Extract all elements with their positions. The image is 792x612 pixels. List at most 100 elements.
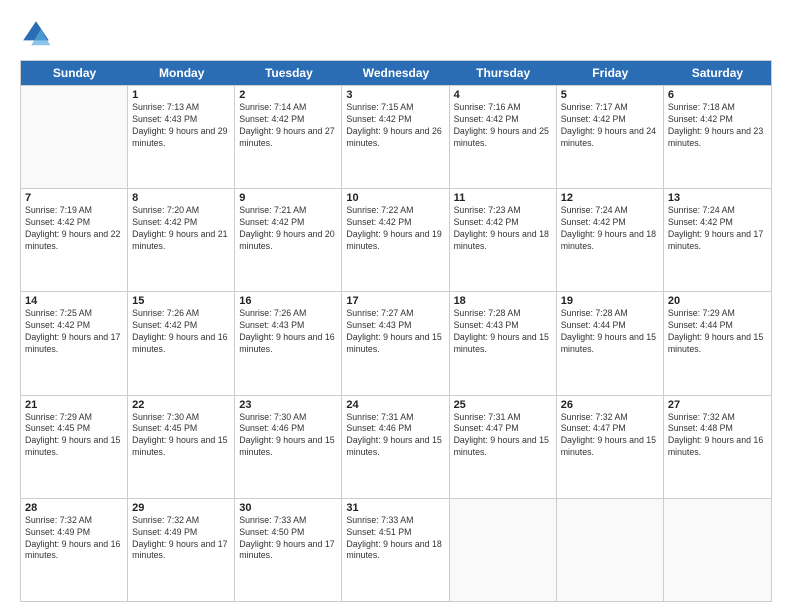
day-info: Sunrise: 7:28 AMSunset: 4:44 PMDaylight:… bbox=[561, 308, 659, 356]
day-number: 2 bbox=[239, 89, 337, 101]
day-number: 25 bbox=[454, 399, 552, 411]
day-number: 12 bbox=[561, 192, 659, 204]
day-info: Sunrise: 7:30 AMSunset: 4:46 PMDaylight:… bbox=[239, 412, 337, 460]
day-info: Sunrise: 7:28 AMSunset: 4:43 PMDaylight:… bbox=[454, 308, 552, 356]
calendar-cell: 30Sunrise: 7:33 AMSunset: 4:50 PMDayligh… bbox=[235, 499, 342, 601]
day-number: 22 bbox=[132, 399, 230, 411]
day-info: Sunrise: 7:15 AMSunset: 4:42 PMDaylight:… bbox=[346, 102, 444, 150]
day-number: 4 bbox=[454, 89, 552, 101]
calendar-cell: 3Sunrise: 7:15 AMSunset: 4:42 PMDaylight… bbox=[342, 86, 449, 188]
day-info: Sunrise: 7:24 AMSunset: 4:42 PMDaylight:… bbox=[561, 205, 659, 253]
calendar-cell: 17Sunrise: 7:27 AMSunset: 4:43 PMDayligh… bbox=[342, 292, 449, 394]
calendar-cell: 7Sunrise: 7:19 AMSunset: 4:42 PMDaylight… bbox=[21, 189, 128, 291]
day-info: Sunrise: 7:21 AMSunset: 4:42 PMDaylight:… bbox=[239, 205, 337, 253]
weekday-header: Friday bbox=[557, 61, 664, 85]
day-info: Sunrise: 7:29 AMSunset: 4:44 PMDaylight:… bbox=[668, 308, 767, 356]
calendar-cell: 6Sunrise: 7:18 AMSunset: 4:42 PMDaylight… bbox=[664, 86, 771, 188]
calendar-cell: 12Sunrise: 7:24 AMSunset: 4:42 PMDayligh… bbox=[557, 189, 664, 291]
day-number: 8 bbox=[132, 192, 230, 204]
calendar-row: 28Sunrise: 7:32 AMSunset: 4:49 PMDayligh… bbox=[21, 498, 771, 601]
calendar-cell: 5Sunrise: 7:17 AMSunset: 4:42 PMDaylight… bbox=[557, 86, 664, 188]
day-number: 27 bbox=[668, 399, 767, 411]
day-info: Sunrise: 7:20 AMSunset: 4:42 PMDaylight:… bbox=[132, 205, 230, 253]
day-info: Sunrise: 7:27 AMSunset: 4:43 PMDaylight:… bbox=[346, 308, 444, 356]
day-info: Sunrise: 7:33 AMSunset: 4:50 PMDaylight:… bbox=[239, 515, 337, 563]
day-number: 21 bbox=[25, 399, 123, 411]
weekday-header: Monday bbox=[128, 61, 235, 85]
day-number: 15 bbox=[132, 295, 230, 307]
day-info: Sunrise: 7:32 AMSunset: 4:47 PMDaylight:… bbox=[561, 412, 659, 460]
day-number: 17 bbox=[346, 295, 444, 307]
calendar-cell: 15Sunrise: 7:26 AMSunset: 4:42 PMDayligh… bbox=[128, 292, 235, 394]
logo bbox=[20, 18, 56, 50]
calendar-cell: 1Sunrise: 7:13 AMSunset: 4:43 PMDaylight… bbox=[128, 86, 235, 188]
day-number: 19 bbox=[561, 295, 659, 307]
day-number: 14 bbox=[25, 295, 123, 307]
weekday-header: Thursday bbox=[450, 61, 557, 85]
day-info: Sunrise: 7:19 AMSunset: 4:42 PMDaylight:… bbox=[25, 205, 123, 253]
day-info: Sunrise: 7:25 AMSunset: 4:42 PMDaylight:… bbox=[25, 308, 123, 356]
calendar-cell: 28Sunrise: 7:32 AMSunset: 4:49 PMDayligh… bbox=[21, 499, 128, 601]
day-info: Sunrise: 7:16 AMSunset: 4:42 PMDaylight:… bbox=[454, 102, 552, 150]
day-info: Sunrise: 7:33 AMSunset: 4:51 PMDaylight:… bbox=[346, 515, 444, 563]
weekday-header: Saturday bbox=[664, 61, 771, 85]
day-number: 31 bbox=[346, 502, 444, 514]
calendar-cell: 14Sunrise: 7:25 AMSunset: 4:42 PMDayligh… bbox=[21, 292, 128, 394]
calendar-cell bbox=[557, 499, 664, 601]
day-info: Sunrise: 7:32 AMSunset: 4:49 PMDaylight:… bbox=[25, 515, 123, 563]
day-info: Sunrise: 7:13 AMSunset: 4:43 PMDaylight:… bbox=[132, 102, 230, 150]
day-info: Sunrise: 7:31 AMSunset: 4:46 PMDaylight:… bbox=[346, 412, 444, 460]
calendar-cell: 21Sunrise: 7:29 AMSunset: 4:45 PMDayligh… bbox=[21, 396, 128, 498]
calendar-cell: 9Sunrise: 7:21 AMSunset: 4:42 PMDaylight… bbox=[235, 189, 342, 291]
day-number: 7 bbox=[25, 192, 123, 204]
day-number: 5 bbox=[561, 89, 659, 101]
day-info: Sunrise: 7:26 AMSunset: 4:42 PMDaylight:… bbox=[132, 308, 230, 356]
day-number: 18 bbox=[454, 295, 552, 307]
calendar-cell: 22Sunrise: 7:30 AMSunset: 4:45 PMDayligh… bbox=[128, 396, 235, 498]
calendar-cell: 8Sunrise: 7:20 AMSunset: 4:42 PMDaylight… bbox=[128, 189, 235, 291]
calendar-cell: 24Sunrise: 7:31 AMSunset: 4:46 PMDayligh… bbox=[342, 396, 449, 498]
calendar-cell: 16Sunrise: 7:26 AMSunset: 4:43 PMDayligh… bbox=[235, 292, 342, 394]
day-info: Sunrise: 7:24 AMSunset: 4:42 PMDaylight:… bbox=[668, 205, 767, 253]
calendar-row: 1Sunrise: 7:13 AMSunset: 4:43 PMDaylight… bbox=[21, 85, 771, 188]
calendar-row: 14Sunrise: 7:25 AMSunset: 4:42 PMDayligh… bbox=[21, 291, 771, 394]
calendar-cell: 25Sunrise: 7:31 AMSunset: 4:47 PMDayligh… bbox=[450, 396, 557, 498]
day-info: Sunrise: 7:30 AMSunset: 4:45 PMDaylight:… bbox=[132, 412, 230, 460]
day-number: 28 bbox=[25, 502, 123, 514]
calendar-cell: 18Sunrise: 7:28 AMSunset: 4:43 PMDayligh… bbox=[450, 292, 557, 394]
calendar-cell: 20Sunrise: 7:29 AMSunset: 4:44 PMDayligh… bbox=[664, 292, 771, 394]
calendar-cell: 4Sunrise: 7:16 AMSunset: 4:42 PMDaylight… bbox=[450, 86, 557, 188]
calendar-cell bbox=[664, 499, 771, 601]
day-info: Sunrise: 7:32 AMSunset: 4:49 PMDaylight:… bbox=[132, 515, 230, 563]
day-number: 9 bbox=[239, 192, 337, 204]
calendar-cell bbox=[450, 499, 557, 601]
weekday-header: Wednesday bbox=[342, 61, 449, 85]
calendar-cell: 26Sunrise: 7:32 AMSunset: 4:47 PMDayligh… bbox=[557, 396, 664, 498]
weekday-header: Tuesday bbox=[235, 61, 342, 85]
logo-icon bbox=[20, 18, 52, 50]
calendar-cell: 10Sunrise: 7:22 AMSunset: 4:42 PMDayligh… bbox=[342, 189, 449, 291]
day-info: Sunrise: 7:23 AMSunset: 4:42 PMDaylight:… bbox=[454, 205, 552, 253]
calendar-cell bbox=[21, 86, 128, 188]
calendar-cell: 2Sunrise: 7:14 AMSunset: 4:42 PMDaylight… bbox=[235, 86, 342, 188]
calendar-cell: 11Sunrise: 7:23 AMSunset: 4:42 PMDayligh… bbox=[450, 189, 557, 291]
day-info: Sunrise: 7:31 AMSunset: 4:47 PMDaylight:… bbox=[454, 412, 552, 460]
day-number: 20 bbox=[668, 295, 767, 307]
calendar-row: 7Sunrise: 7:19 AMSunset: 4:42 PMDaylight… bbox=[21, 188, 771, 291]
day-number: 29 bbox=[132, 502, 230, 514]
day-number: 13 bbox=[668, 192, 767, 204]
calendar-cell: 19Sunrise: 7:28 AMSunset: 4:44 PMDayligh… bbox=[557, 292, 664, 394]
day-info: Sunrise: 7:18 AMSunset: 4:42 PMDaylight:… bbox=[668, 102, 767, 150]
calendar: SundayMondayTuesdayWednesdayThursdayFrid… bbox=[20, 60, 772, 602]
calendar-cell: 13Sunrise: 7:24 AMSunset: 4:42 PMDayligh… bbox=[664, 189, 771, 291]
day-number: 26 bbox=[561, 399, 659, 411]
calendar-row: 21Sunrise: 7:29 AMSunset: 4:45 PMDayligh… bbox=[21, 395, 771, 498]
day-number: 24 bbox=[346, 399, 444, 411]
weekday-header: Sunday bbox=[21, 61, 128, 85]
day-number: 1 bbox=[132, 89, 230, 101]
day-info: Sunrise: 7:22 AMSunset: 4:42 PMDaylight:… bbox=[346, 205, 444, 253]
calendar-cell: 23Sunrise: 7:30 AMSunset: 4:46 PMDayligh… bbox=[235, 396, 342, 498]
day-number: 23 bbox=[239, 399, 337, 411]
day-number: 10 bbox=[346, 192, 444, 204]
day-number: 3 bbox=[346, 89, 444, 101]
